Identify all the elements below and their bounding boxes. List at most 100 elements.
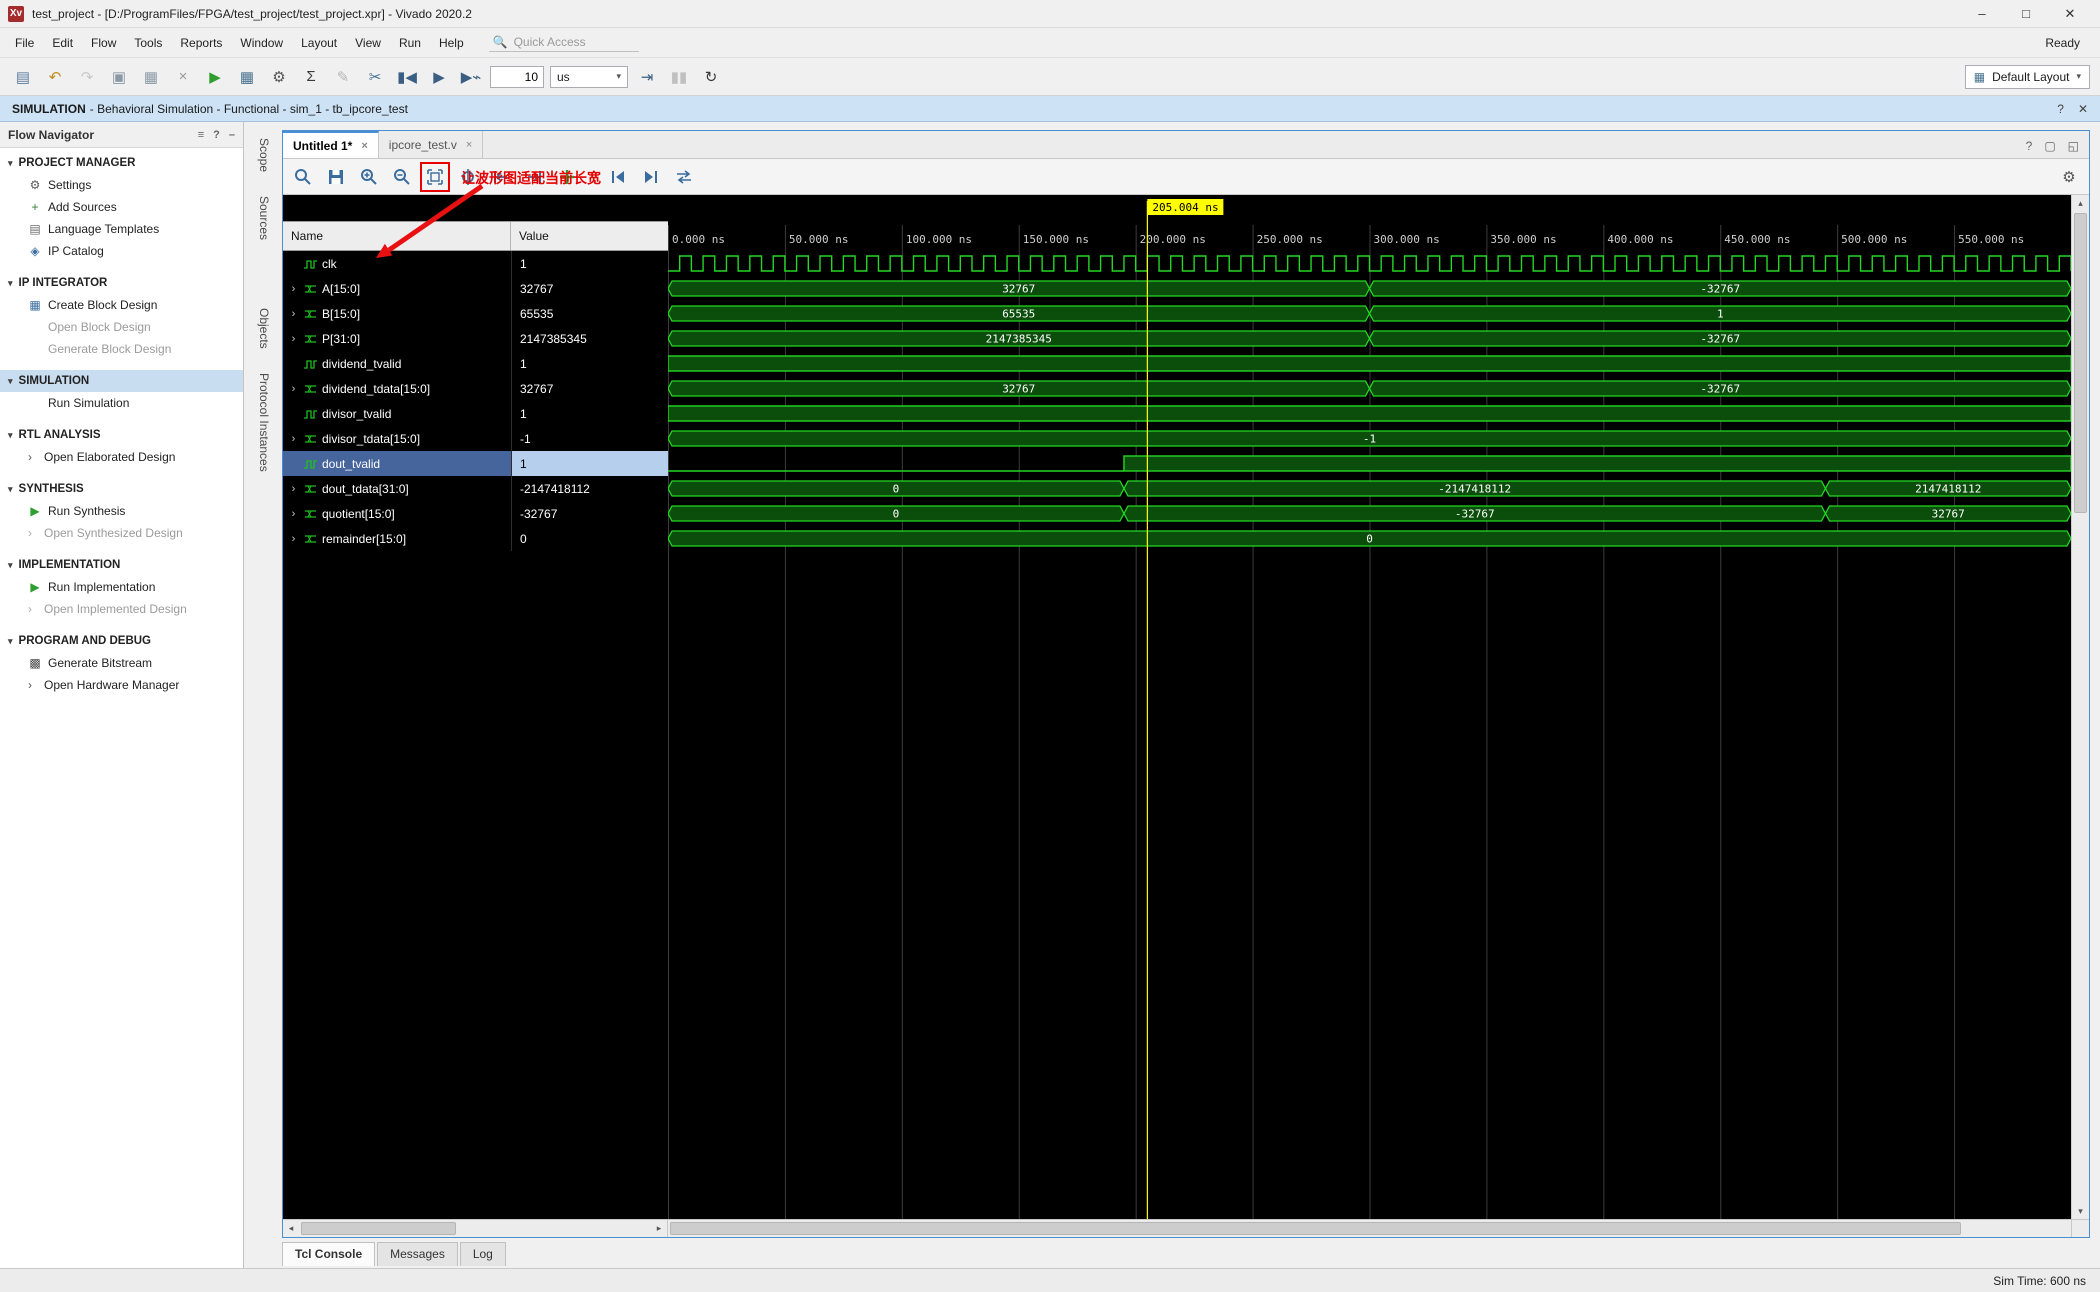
signal-name-cell[interactable]: › A[15:0] <box>283 276 511 301</box>
signal-row-dout-tdata-31-0[interactable]: › dout_tdata[31:0] -2147418112 <box>283 476 668 501</box>
nav-item-open-block-design[interactable]: Open Block Design <box>0 316 243 338</box>
console-tab-tcl-console[interactable]: Tcl Console <box>282 1242 376 1266</box>
scroll-left-icon[interactable]: ◂ <box>283 1223 299 1234</box>
maximize-button[interactable]: □ <box>2004 1 2048 27</box>
signal-value-cell[interactable]: 32767 <box>511 276 668 301</box>
nav-item-run-synthesis[interactable]: ▶ Run Synthesis <box>0 500 243 522</box>
save-icon[interactable]: ▤ <box>10 64 36 90</box>
nav-item-open-elaborated-design[interactable]: › Open Elaborated Design <box>0 446 243 468</box>
tab-ipcore-test-v[interactable]: ipcore_test.v × <box>378 131 484 158</box>
wave-settings-icon[interactable]: ⚙ <box>2057 165 2081 189</box>
signal-value-cell[interactable]: 1 <box>511 451 668 476</box>
restart-sim-icon[interactable]: ▮◀ <box>394 64 420 90</box>
tab-untitled-1[interactable]: Untitled 1* × <box>283 131 379 158</box>
vertical-scroll-thumb[interactable] <box>2074 213 2087 513</box>
side-tab-sources[interactable]: Sources <box>252 188 276 248</box>
nav-item-generate-block-design[interactable]: Generate Block Design <box>0 338 243 360</box>
signal-name-cell[interactable]: › dividend_tdata[15:0] <box>283 376 511 401</box>
menu-layout[interactable]: Layout <box>292 31 346 55</box>
menu-reports[interactable]: Reports <box>171 31 231 55</box>
nav-section-header-program-and-debug[interactable]: ▾ PROGRAM AND DEBUG <box>0 630 243 652</box>
zoom-out-icon[interactable] <box>390 165 414 189</box>
signal-value-cell[interactable]: -32767 <box>511 501 668 526</box>
zoom-to-cursor-icon[interactable] <box>456 165 480 189</box>
menu-flow[interactable]: Flow <box>82 31 125 55</box>
navigator-menu-icon[interactable]: ≡ <box>198 129 204 141</box>
tab-close-icon[interactable]: × <box>361 140 367 152</box>
layout-select[interactable]: ▦ Default Layout ▾ <box>1964 64 2090 89</box>
side-tab-protocol-instances[interactable]: Protocol Instances <box>252 365 276 480</box>
nav-section-header-implementation[interactable]: ▾ IMPLEMENTATION <box>0 554 243 576</box>
scroll-right-icon[interactable]: ▸ <box>651 1223 667 1234</box>
menu-file[interactable]: File <box>6 31 43 55</box>
context-help-icon[interactable]: ? <box>2057 102 2064 116</box>
signal-row-divisor-tdata-15-0[interactable]: › divisor_tdata[15:0] -1 <box>283 426 668 451</box>
run-icon[interactable]: ▶ <box>202 64 228 90</box>
minimize-button[interactable]: – <box>1960 1 2004 27</box>
signal-row-quotient-15-0[interactable]: › quotient[15:0] -32767 <box>283 501 668 526</box>
navigator-help-icon[interactable]: ? <box>213 129 220 141</box>
navigator-minimize-icon[interactable]: – <box>229 129 235 141</box>
signal-name-cell[interactable]: › dout_tdata[31:0] <box>283 476 511 501</box>
signal-name-cell[interactable]: dout_tvalid <box>283 451 511 476</box>
menu-window[interactable]: Window <box>231 31 292 55</box>
run-time-input[interactable] <box>490 65 544 88</box>
redo-icon[interactable]: ↷ <box>74 64 100 90</box>
signal-value-cell[interactable]: 65535 <box>511 301 668 326</box>
wave-canvas[interactable]: 0.000 ns 50.000 ns 100.000 ns 150.000 ns 200… <box>667 195 2072 1219</box>
signal-row-dividend-tvalid[interactable]: dividend_tvalid 1 <box>283 351 668 376</box>
run-all-icon[interactable]: ▶ <box>426 64 452 90</box>
copy-icon[interactable]: ▣ <box>106 64 132 90</box>
name-column-header[interactable]: Name <box>283 222 511 250</box>
signal-value-cell[interactable]: -2147418112 <box>511 476 668 501</box>
menu-tools[interactable]: Tools <box>125 31 171 55</box>
context-close-icon[interactable]: ✕ <box>2078 102 2088 116</box>
go-to-last-time-icon[interactable] <box>639 165 663 189</box>
quick-access-search[interactable]: 🔍 Quick Access <box>488 33 639 52</box>
tab-close-icon[interactable]: × <box>466 139 472 151</box>
nav-item-create-block-design[interactable]: ▦ Create Block Design <box>0 294 243 316</box>
menu-help[interactable]: Help <box>430 31 473 55</box>
go-to-time-zero-icon[interactable] <box>606 165 630 189</box>
signal-row-b-15-0[interactable]: › B[15:0] 65535 <box>283 301 668 326</box>
save-waveform-icon[interactable] <box>324 165 348 189</box>
side-tab-scope[interactable]: Scope <box>252 130 276 180</box>
signal-value-cell[interactable]: 2147385345 <box>511 326 668 351</box>
nav-item-settings[interactable]: ⚙ Settings <box>0 174 243 196</box>
names-horizontal-scrollbar[interactable]: ◂ ▸ <box>283 1220 668 1237</box>
add-marker-icon[interactable] <box>555 165 579 189</box>
scroll-down-icon[interactable]: ▾ <box>2072 1203 2089 1219</box>
signal-row-dout-tvalid[interactable]: dout_tvalid 1 <box>283 451 668 476</box>
find-icon[interactable] <box>291 165 315 189</box>
signal-row-a-15-0[interactable]: › A[15:0] 32767 <box>283 276 668 301</box>
edit-icon[interactable]: ✎ <box>330 64 356 90</box>
signal-name-cell[interactable]: › remainder[15:0] <box>283 526 511 551</box>
side-tab-objects[interactable]: Objects <box>252 300 276 357</box>
nav-item-open-implemented-design[interactable]: › Open Implemented Design <box>0 598 243 620</box>
signal-name-cell[interactable]: › divisor_tdata[15:0] <box>283 426 511 451</box>
time-unit-select[interactable]: us ▾ <box>550 65 628 88</box>
nav-section-header-synthesis[interactable]: ▾ SYNTHESIS <box>0 478 243 500</box>
maximize-panel-icon[interactable]: ◱ <box>2068 139 2079 153</box>
pause-icon[interactable]: ▮▮ <box>666 64 692 90</box>
wave-help-icon[interactable]: ? <box>2026 139 2033 153</box>
names-scroll-thumb[interactable] <box>301 1222 456 1235</box>
previous-transition-icon[interactable] <box>489 165 513 189</box>
signal-value-cell[interactable]: 1 <box>511 401 668 426</box>
signal-row-divisor-tvalid[interactable]: divisor_tvalid 1 <box>283 401 668 426</box>
settings-icon[interactable]: ⚙ <box>266 64 292 90</box>
nav-item-language-templates[interactable]: ▤ Language Templates <box>0 218 243 240</box>
next-transition-icon[interactable] <box>522 165 546 189</box>
signal-name-cell[interactable]: dividend_tvalid <box>283 351 511 376</box>
nav-item-generate-bitstream[interactable]: ▩ Generate Bitstream <box>0 652 243 674</box>
signal-value-cell[interactable]: 1 <box>511 351 668 376</box>
signal-row-remainder-15-0[interactable]: › remainder[15:0] 0 <box>283 526 668 551</box>
run-for-time-icon[interactable]: ▶⌁ <box>458 64 484 90</box>
nav-section-header-simulation[interactable]: ▾ SIMULATION <box>0 370 243 392</box>
nav-item-ip-catalog[interactable]: ◈ IP Catalog <box>0 240 243 262</box>
relaunch-icon[interactable]: ↻ <box>698 64 724 90</box>
sum-icon[interactable]: Σ <box>298 64 324 90</box>
zoom-fit-icon[interactable] <box>420 161 450 192</box>
float-window-icon[interactable]: ▢ <box>2044 139 2055 153</box>
signal-value-cell[interactable]: 32767 <box>511 376 668 401</box>
